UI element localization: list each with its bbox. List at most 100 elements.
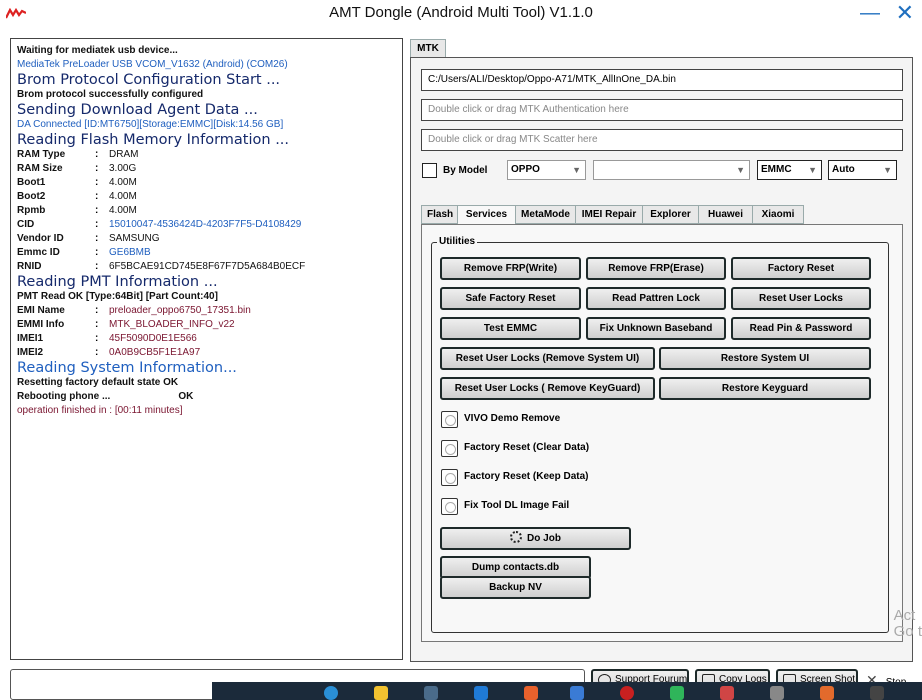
tab-imei-repair[interactable]: IMEI Repair — [576, 205, 643, 224]
info-row: Boot2:4.00M — [17, 190, 396, 204]
chevron-down-icon: ▼ — [808, 165, 817, 175]
store-icon[interactable] — [424, 686, 438, 700]
app-icon[interactable] — [570, 686, 584, 700]
da-path-field[interactable]: C:/Users/ALI/Desktop/Oppo-A71/MTK_AllInO… — [421, 69, 903, 91]
tab-huawei[interactable]: Huawei — [699, 205, 753, 224]
test-emmc-button[interactable]: Test EMMC — [440, 317, 581, 340]
info-row: EMI Name: preloader_oppo6750_17351.bin — [17, 304, 396, 318]
windows-taskbar — [212, 682, 922, 700]
read-pattern-lock-button[interactable]: Read Pattren Lock — [586, 287, 726, 310]
reset-user-locks-system-ui-button[interactable]: Reset User Locks (Remove System UI) — [440, 347, 655, 370]
folder-icon[interactable] — [374, 686, 388, 700]
option-label: Factory Reset (Keep Data) — [464, 471, 589, 482]
info-colon: : — [95, 177, 99, 188]
app-icon[interactable] — [870, 686, 884, 700]
chevron-down-icon: ▼ — [883, 165, 892, 175]
mail-icon[interactable] — [474, 686, 488, 700]
storage-value: EMMC — [761, 164, 792, 175]
info-value: 45F5090D0E1E566 — [109, 333, 197, 344]
radio-button[interactable] — [441, 440, 458, 457]
factory-reset-button[interactable]: Factory Reset — [731, 257, 871, 280]
radio-button[interactable] — [441, 498, 458, 515]
chevron-down-icon: ▼ — [736, 165, 745, 175]
info-row: Vendor ID: SAMSUNG — [17, 232, 396, 246]
by-model-checkbox[interactable] — [422, 163, 437, 178]
tab-mtk[interactable]: MTK — [410, 39, 446, 58]
option-label: Fix Tool DL Image Fail — [464, 500, 570, 511]
info-value: 15010047-4536424D-4203F7F5-D4108429 — [109, 219, 302, 230]
model-select[interactable]: ▼ — [593, 160, 750, 180]
app-icon[interactable] — [720, 686, 734, 700]
fix-unknown-baseband-button[interactable]: Fix Unknown Baseband — [586, 317, 726, 340]
log-line: Rebooting phone ... OK — [17, 390, 396, 404]
watermark-line: Go t — [893, 623, 922, 640]
radio-button[interactable] — [441, 469, 458, 486]
restore-system-ui-button[interactable]: Restore System UI — [659, 347, 871, 370]
app-icon[interactable] — [770, 686, 784, 700]
log-panel[interactable]: Waiting for mediatek usb device... Media… — [10, 38, 403, 660]
service-tabs: Flash Services MetaMode IMEI Repair Expl… — [421, 205, 804, 225]
pmt-info-list: EMI Name: preloader_oppo6750_17351.bin EMM… — [17, 304, 396, 360]
app-icon[interactable] — [620, 686, 634, 700]
close-icon[interactable]: ✕ — [896, 2, 914, 24]
info-key: RNID — [17, 261, 42, 272]
do-job-button[interactable]: Do Job — [440, 527, 631, 550]
app-icon[interactable] — [820, 686, 834, 700]
info-row: IMEI1:45F5090D0E1E566 — [17, 332, 396, 346]
info-colon: : — [95, 219, 99, 230]
log-line: MediaTek PreLoader USB VCOM_V1632 (Andro… — [17, 59, 288, 70]
tab-services[interactable]: Services — [458, 205, 516, 225]
reset-label: Resetting factory default state — [17, 377, 161, 388]
info-key: RAM Type — [17, 149, 66, 160]
info-row: Rpmb:4.00M — [17, 204, 396, 218]
radio-button[interactable] — [441, 411, 458, 428]
backup-nv-button[interactable]: Backup NV — [440, 576, 591, 599]
info-row: IMEI2:0A0B9CB5F1E1A97 — [17, 346, 396, 360]
tab-metamode[interactable]: MetaMode — [516, 205, 576, 224]
info-key: Rpmb — [17, 205, 46, 216]
info-value: MTK_BLOADER_INFO_v22 — [109, 319, 235, 330]
safe-factory-reset-button[interactable]: Safe Factory Reset — [440, 287, 581, 310]
restore-keyguard-button[interactable]: Restore Keyguard — [659, 377, 871, 400]
info-colon: : — [95, 163, 99, 174]
remove-frp-erase-button[interactable]: Remove FRP(Erase) — [586, 257, 726, 280]
info-colon: : — [95, 319, 99, 330]
info-colon: : — [95, 191, 99, 202]
chevron-down-icon: ▼ — [572, 165, 581, 175]
info-row: Boot1:4.00M — [17, 176, 396, 190]
info-row: RAM Type: DRAM — [17, 148, 396, 162]
utilities-title: Utilities — [437, 236, 478, 247]
reset-user-locks-button[interactable]: Reset User Locks — [731, 287, 871, 310]
tab-flash[interactable]: Flash — [421, 205, 458, 224]
app-icon[interactable] — [670, 686, 684, 700]
log-line: Brom protocol successfully configured — [17, 89, 204, 100]
tab-explorer[interactable]: Explorer — [643, 205, 699, 224]
reboot-label: Rebooting phone ... — [17, 391, 111, 402]
mode-select[interactable]: Auto ▼ — [828, 160, 897, 180]
info-key: Boot1 — [17, 177, 46, 188]
app-icon[interactable] — [524, 686, 538, 700]
info-colon: : — [95, 333, 99, 344]
log-line: DA Connected [ID:MT6750][Storage:EMMC][D… — [17, 119, 284, 130]
info-colon: : — [95, 347, 99, 358]
minimize-button[interactable]: — — [860, 2, 880, 24]
tab-xiaomi[interactable]: Xiaomi — [753, 205, 804, 224]
auth-file-field[interactable]: Double click or drag MTK Authentication … — [421, 99, 903, 121]
scatter-file-field[interactable]: Double click or drag MTK Scatter here — [421, 129, 903, 151]
read-pin-password-button[interactable]: Read Pin & Password — [731, 317, 871, 340]
info-row: RNID:6F5BCAE91CD745E8F67F7D5A684B0ECF — [17, 260, 396, 274]
info-value: SAMSUNG — [109, 233, 160, 244]
do-job-label: Do Job — [527, 533, 561, 544]
info-row: EMMI Info: MTK_BLOADER_INFO_v22 — [17, 318, 396, 332]
info-colon: : — [95, 247, 99, 258]
edge-icon[interactable] — [324, 686, 338, 700]
brand-select[interactable]: OPPO ▼ — [507, 160, 586, 180]
info-value: 0A0B9CB5F1E1A97 — [109, 347, 201, 358]
storage-select[interactable]: EMMC ▼ — [757, 160, 822, 180]
flash-info-list: RAM Type: DRAM RAM Size:3.00G Boot1:4.00M Bo… — [17, 148, 396, 274]
remove-frp-write-button[interactable]: Remove FRP(Write) — [440, 257, 581, 280]
info-key: EMMI Info — [17, 319, 65, 330]
reset-user-locks-keyguard-button[interactable]: Reset User Locks ( Remove KeyGuard) — [440, 377, 655, 400]
reboot-ok: OK — [178, 391, 194, 402]
log-heading: Reading Flash Memory Information ... — [17, 132, 290, 148]
